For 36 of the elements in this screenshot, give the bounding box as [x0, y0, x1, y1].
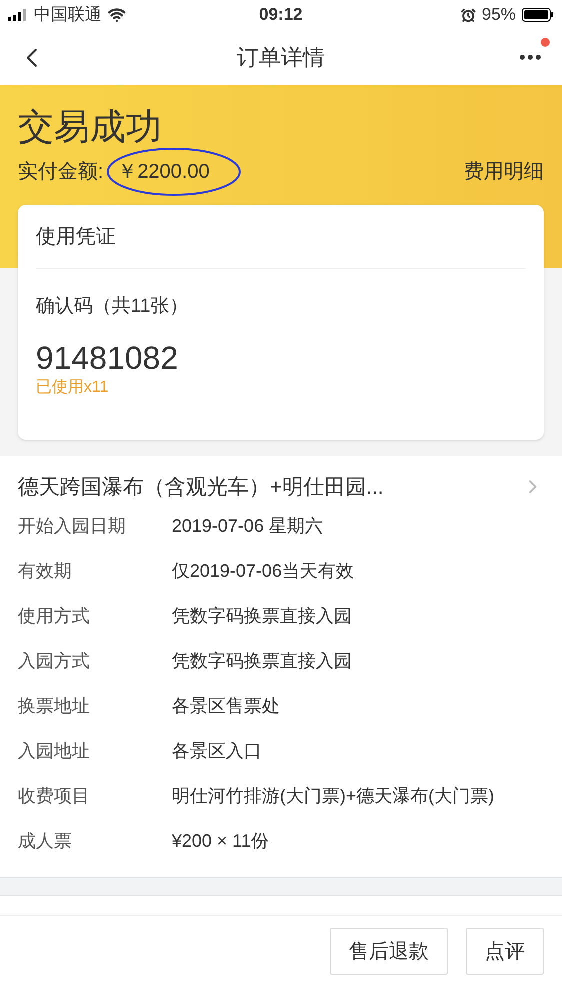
action-button[interactable]: 点评	[466, 928, 544, 975]
fee-detail-link[interactable]: 费用明细	[464, 157, 544, 187]
detail-label: 有效期	[18, 560, 73, 582]
code-label: 确认码（共11张）	[36, 295, 190, 319]
battery-percent: 95%	[482, 4, 516, 26]
detail-label: 成人票	[18, 830, 73, 852]
action-button[interactable]: 售后退款	[330, 928, 448, 975]
detail-value: 仅2019-07-06当天有效	[172, 560, 354, 582]
detail-label: 开始入园日期	[18, 514, 127, 538]
detail-label: 收费项目	[18, 784, 91, 808]
amount-label: 实付金额:	[18, 160, 104, 185]
signal-icon	[8, 9, 28, 21]
carrier-name: 中国联通	[34, 4, 102, 26]
detail-value: 凭数字码换票直接入园	[172, 650, 352, 672]
confirmation-code: 91481082	[36, 340, 180, 376]
detail-label: 使用方式	[18, 604, 91, 628]
paid-amount: ￥2200.00	[118, 161, 210, 183]
battery-icon	[522, 8, 554, 22]
detail-value: 各景区售票处	[172, 694, 280, 718]
wifi-icon	[108, 6, 126, 24]
detail-value: ¥200 × 11份	[172, 830, 270, 852]
detail-value: 各景区入口	[172, 740, 262, 762]
product-row[interactable]: 德天跨国瀑布（含观光车）+明仕田园...	[18, 472, 544, 503]
detail-value: 凭数字码换票直接入园	[172, 604, 352, 628]
alarm-icon	[460, 8, 476, 22]
detail-label: 换票地址	[18, 694, 91, 718]
product-title: 德天跨国瀑布（含观光车）+明仕田园...	[18, 474, 385, 500]
detail-label: 入园方式	[18, 650, 91, 672]
clock-time: 09:12	[259, 4, 303, 26]
order-status: 交易成功	[18, 105, 163, 149]
detail-value: 2019-07-06 星期六	[172, 514, 324, 538]
detail-value: 明仕河竹排游(大门票)+德天瀑布(大门票)	[172, 784, 494, 808]
card-title: 使用凭证	[36, 205, 526, 269]
page-title: 订单详情	[236, 44, 326, 72]
usage-note: 已使用x11	[36, 378, 110, 398]
detail-label: 入园地址	[18, 740, 91, 762]
